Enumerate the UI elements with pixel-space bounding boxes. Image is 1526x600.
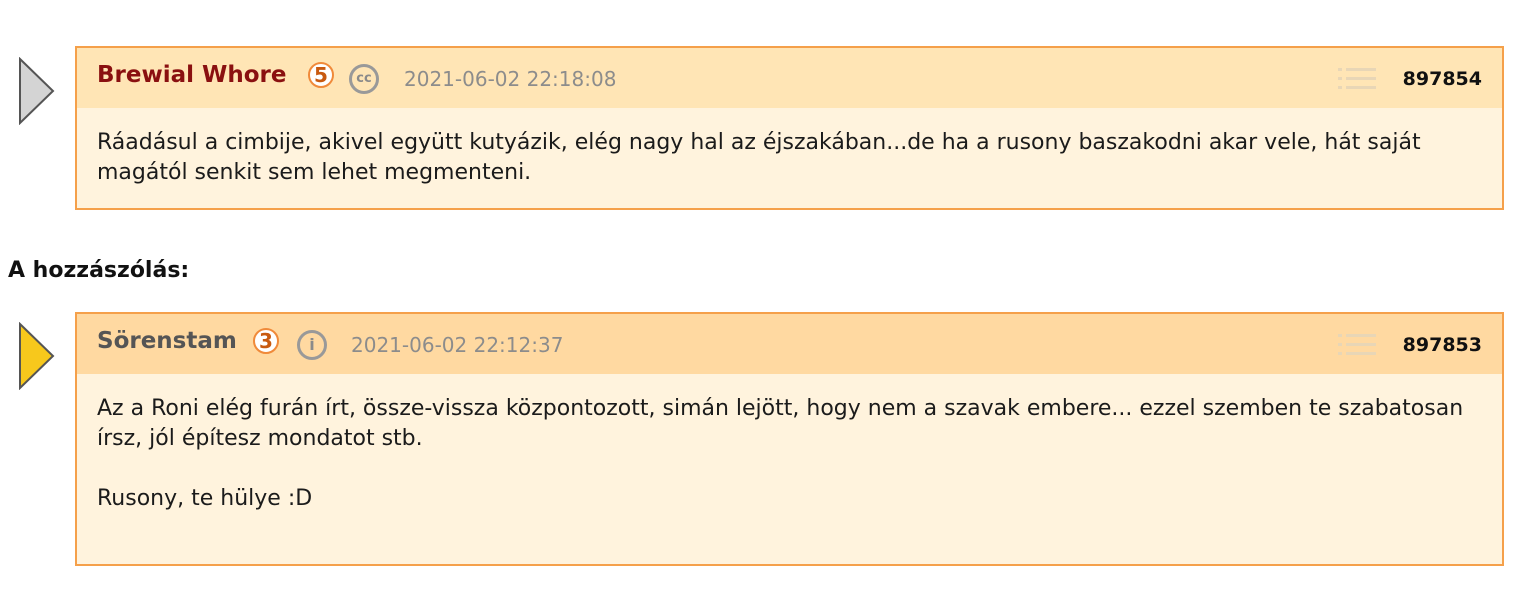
rank-circle-icon: 3 [253, 328, 279, 354]
post-id[interactable]: 897854 [1403, 68, 1482, 90]
reply-post: Brewial Whore 5 cc 2021-06-02 22:18:08 8… [75, 46, 1504, 210]
author-name[interactable]: Sörenstam [97, 328, 237, 354]
post-paragraph: Rusony, te hülye :D [97, 486, 313, 511]
post-id[interactable]: 897853 [1403, 334, 1482, 356]
post-paragraph: Ráadásul a cimbije, akivel együtt kutyáz… [97, 130, 1421, 185]
post-timestamp: 2021-06-02 22:12:37 [351, 333, 564, 357]
original-post: Sörenstam 3 i 2021-06-02 22:12:37 897853… [75, 312, 1504, 566]
post-body: Ráadásul a cimbije, akivel együtt kutyáz… [77, 108, 1502, 188]
list-icon[interactable] [1338, 334, 1376, 356]
post-timestamp: 2021-06-02 22:18:08 [404, 67, 617, 91]
post-header: Brewial Whore 5 cc 2021-06-02 22:18:08 8… [77, 48, 1502, 108]
triangle-right-icon[interactable] [18, 322, 56, 390]
creative-commons-icon[interactable]: cc [349, 64, 379, 94]
post-header: Sörenstam 3 i 2021-06-02 22:12:37 897853 [77, 314, 1502, 374]
section-label: A hozzászólás: [8, 258, 190, 283]
list-icon[interactable] [1338, 68, 1376, 90]
post-paragraph: Az a Roni elég furán írt, össze-vissza k… [97, 396, 1464, 451]
post-body: Az a Roni elég furán írt, össze-vissza k… [77, 374, 1502, 514]
rank-circle-icon: 5 [308, 62, 334, 88]
info-icon[interactable]: i [297, 330, 327, 360]
author-name[interactable]: Brewial Whore [97, 62, 287, 88]
triangle-right-icon[interactable] [18, 57, 56, 125]
